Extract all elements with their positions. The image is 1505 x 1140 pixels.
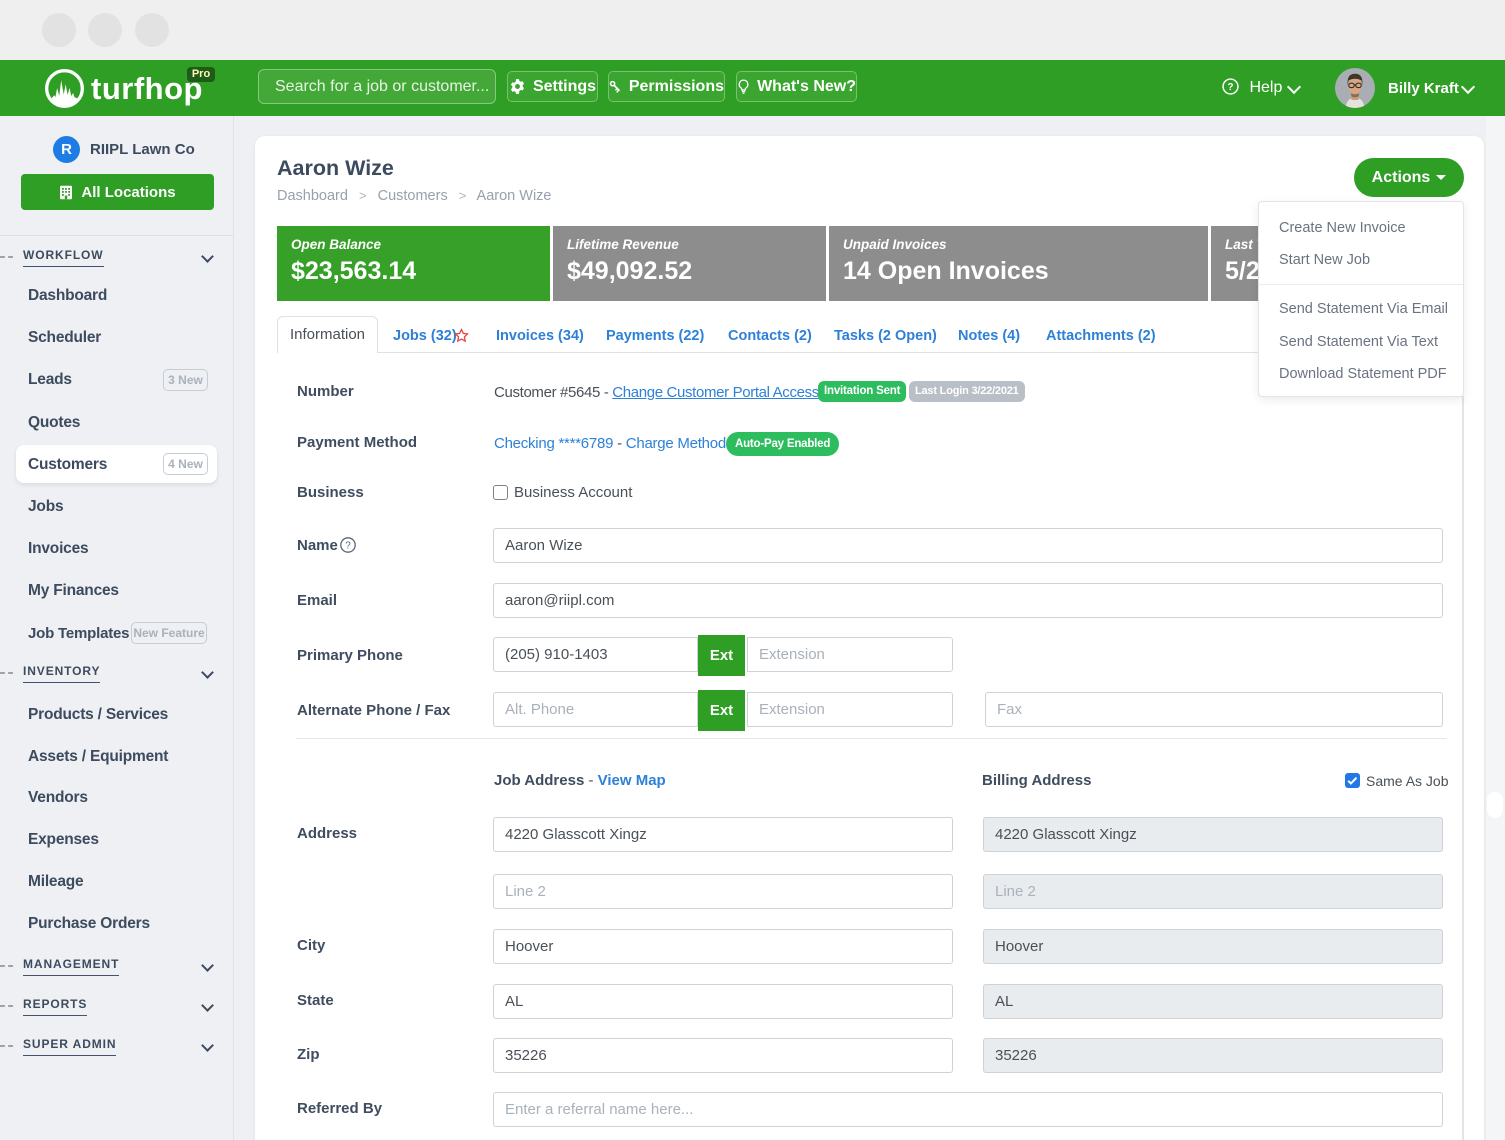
svg-text:?: ? bbox=[1227, 82, 1233, 93]
svg-text:?: ? bbox=[345, 541, 351, 552]
